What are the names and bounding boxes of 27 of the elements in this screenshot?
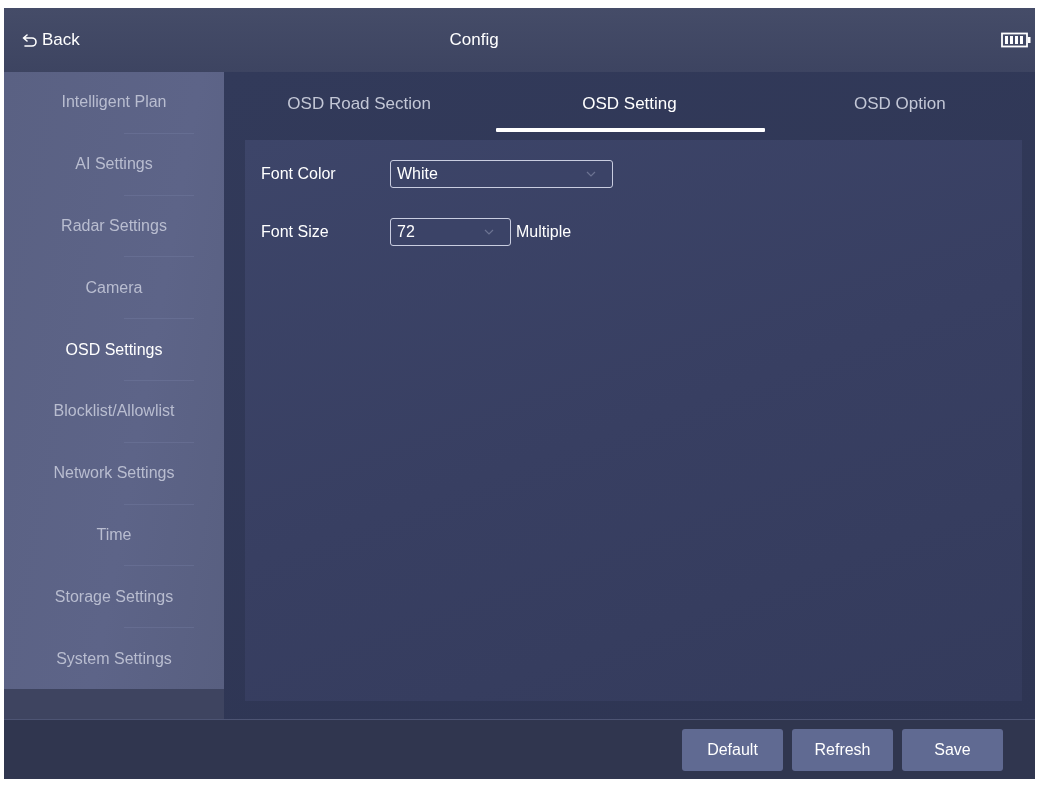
dropdown-field[interactable]: White [390, 160, 613, 188]
back-button[interactable]: Back [18, 26, 84, 54]
return-arrow-icon [22, 33, 37, 47]
sidebar-item[interactable]: OSD Settings [4, 319, 224, 380]
sidebar-item[interactable]: System Settings [4, 628, 224, 689]
battery-icon [1001, 32, 1031, 48]
sidebar-item[interactable]: Camera [4, 257, 224, 319]
dropdown-field[interactable]: 72 [390, 218, 511, 246]
sidebar-item[interactable]: Radar Settings [4, 195, 224, 257]
action-button[interactable]: Save [902, 728, 1003, 771]
action-button[interactable]: Default [682, 728, 783, 771]
page-title: Config [449, 30, 500, 50]
chevron-down-icon [586, 171, 596, 177]
chevron-down-icon [484, 229, 494, 235]
sidebar-item[interactable]: Intelligent Plan [4, 72, 224, 133]
sidebar-item[interactable]: AI Settings [4, 133, 224, 195]
tab[interactable]: OSD Setting [494, 76, 765, 132]
tab[interactable]: OSD Option [764, 76, 1035, 132]
unit-label: Multiple [516, 223, 572, 241]
tab[interactable]: OSD Road Section [224, 76, 495, 132]
action-button[interactable]: Refresh [792, 728, 893, 771]
sidebar-item[interactable]: Network Settings [4, 442, 224, 504]
sidebar-item[interactable]: Time [4, 504, 224, 566]
sidebar-item[interactable]: Storage Settings [4, 566, 224, 628]
sidebar-item[interactable]: Blocklist/Allowlist [4, 381, 224, 442]
field-label: Font Color [261, 165, 337, 183]
field-label: Font Size [261, 223, 330, 241]
